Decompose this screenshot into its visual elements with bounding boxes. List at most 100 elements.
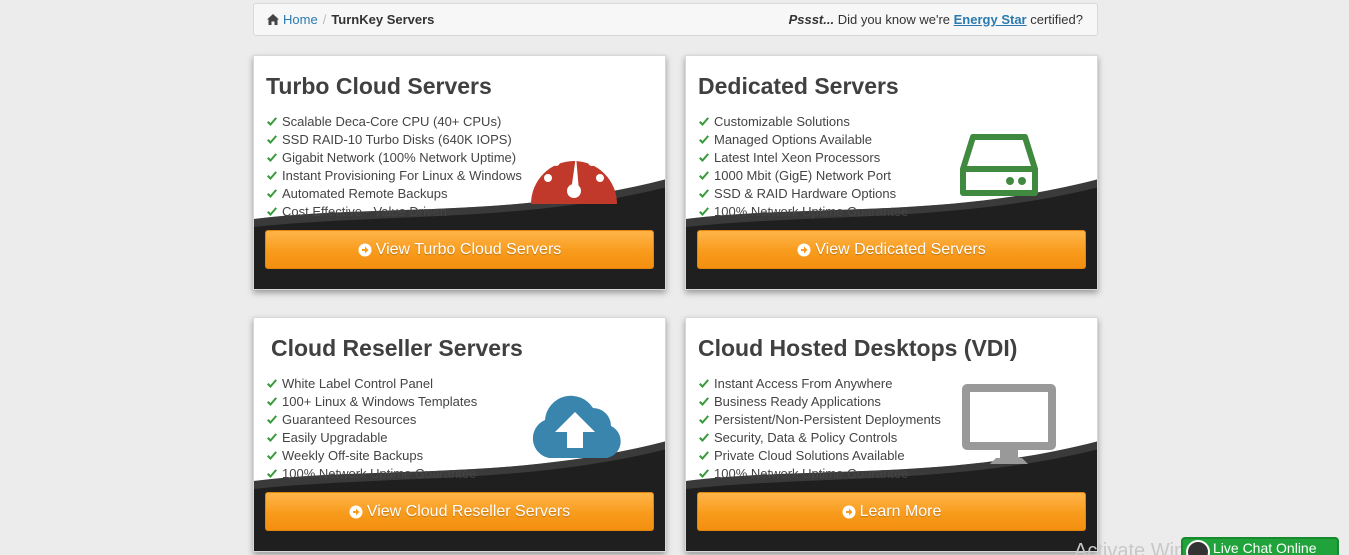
feature-item: Private Cloud Solutions Available [698,447,941,465]
check-icon [267,117,277,126]
feature-item: Customizable Solutions [698,113,908,131]
feature-list: Scalable Deca-Core CPU (40+ CPUs) SSD RA… [266,113,522,221]
feature-item: Automated Remote Backups [266,185,522,203]
feature-text: Security, Data & Policy Controls [714,430,898,445]
breadcrumb: Home / TurnKey Servers [267,12,434,27]
feature-text: Managed Options Available [714,132,873,147]
breadcrumb-bar: Home / TurnKey Servers Pssst... Did you … [253,3,1098,36]
card-cta-button[interactable]: View Cloud Reseller Servers [265,492,654,531]
feature-item: 1000 Mbit (GigE) Network Port [698,167,908,185]
feature-text: SSD & RAID Hardware Options [714,186,897,201]
feature-item: Instant Access From Anywhere [698,375,941,393]
feature-item: Persistent/Non-Persistent Deployments [698,411,941,429]
check-icon [699,171,709,180]
check-icon [267,207,277,216]
cloud-upload-icon [532,395,621,458]
check-icon [699,379,709,388]
card-cta-label: View Cloud Reseller Servers [366,502,571,520]
notice-text: Did you know we're [834,12,954,27]
live-chat-button[interactable]: Live Chat Online [1181,537,1339,555]
energy-star-link[interactable]: Energy Star [954,12,1027,27]
chat-avatar [1186,540,1210,555]
product-card: Dedicated Servers Customizable Solutions… [685,55,1098,290]
feature-item: 100% Network Uptime Guarantee [698,465,941,483]
check-icon [699,117,709,126]
feature-item: Easily Upgradable [266,429,477,447]
card-cta-button[interactable]: View Turbo Cloud Servers [265,230,654,269]
feature-item: Scalable Deca-Core CPU (40+ CPUs) [266,113,522,131]
feature-item: Cost Effective - Value Driven [266,203,522,221]
check-icon [267,153,277,162]
arrow-circle-right-icon [797,243,811,256]
feature-text: Instant Access From Anywhere [714,376,893,391]
feature-text: 100% Network Uptime Guarantee [714,466,909,481]
check-icon [267,433,277,442]
feature-text: Guaranteed Resources [282,412,417,427]
check-icon [267,415,277,424]
arrow-circle-right-icon [349,505,363,518]
home-icon [267,14,279,25]
check-icon [267,469,277,478]
card-title: Dedicated Servers [698,73,899,99]
check-icon [267,379,277,388]
feature-item: Weekly Off-site Backups [266,447,477,465]
feature-list: White Label Control Panel 100+ Linux & W… [266,375,477,483]
feature-text: White Label Control Panel [282,376,434,391]
check-icon [699,189,709,198]
check-icon [699,397,709,406]
speedometer-icon [531,149,617,204]
card-cta-label: View Turbo Cloud Servers [375,240,562,258]
feature-text: Instant Provisioning For Linux & Windows [282,168,522,183]
feature-text: Gigabit Network (100% Network Uptime) [282,150,517,165]
feature-text: Cost Effective - Value Driven [282,204,447,219]
breadcrumb-current: TurnKey Servers [331,12,435,27]
activate-windows-watermark: Activate Win [1074,540,1186,555]
card-title: Turbo Cloud Servers [266,73,492,99]
card-title: Cloud Reseller Servers [271,335,523,361]
feature-text: 100% Network Uptime Guarantee [714,204,909,219]
check-icon [267,397,277,406]
feature-text: Easily Upgradable [282,430,388,445]
feature-text: 100+ Linux & Windows Templates [282,394,478,409]
feature-item: 100+ Linux & Windows Templates [266,393,477,411]
feature-text: 100% Network Uptime Guarantee [282,466,477,481]
feature-text: Business Ready Applications [714,394,881,409]
check-icon [699,433,709,442]
feature-item: 100% Network Uptime Guarantee [266,465,477,483]
card-cta-label: View Dedicated Servers [815,240,986,258]
feature-text: Automated Remote Backups [282,186,448,201]
feature-item: Guaranteed Resources [266,411,477,429]
check-icon [699,207,709,216]
feature-item: Latest Intel Xeon Processors [698,149,908,167]
feature-item: Security, Data & Policy Controls [698,429,941,447]
product-card: Cloud Hosted Desktops (VDI) Instant Acce… [685,317,1098,552]
live-chat-label: Live Chat Online [1213,540,1317,555]
breadcrumb-home-link[interactable]: Home [283,12,318,27]
feature-item: 100% Network Uptime Guarantee [698,203,908,221]
card-cta-button[interactable]: Learn More [697,492,1086,531]
feature-text: 1000 Mbit (GigE) Network Port [714,168,892,183]
feature-item: Instant Provisioning For Linux & Windows [266,167,522,185]
breadcrumb-separator: / [322,12,327,27]
energy-star-notice: Pssst... Did you know we're Energy Star … [789,12,1083,27]
feature-list: Instant Access From Anywhere Business Re… [698,375,941,483]
notice-tail: certified? [1026,12,1083,27]
card-cta-label: Learn More [859,502,942,520]
check-icon [699,135,709,144]
arrow-circle-right-icon [842,505,856,518]
check-icon [267,189,277,198]
check-icon [267,135,277,144]
check-icon [699,469,709,478]
feature-text: Scalable Deca-Core CPU (40+ CPUs) [282,114,502,129]
feature-item: Gigabit Network (100% Network Uptime) [266,149,522,167]
monitor-icon [962,384,1056,464]
check-icon [699,451,709,460]
check-icon [267,451,277,460]
arrow-circle-right-icon [358,243,372,256]
feature-text: Persistent/Non-Persistent Deployments [714,412,941,427]
product-card: Turbo Cloud Servers Scalable Deca-Core C… [253,55,666,290]
product-card: Cloud Reseller Servers White Label Contr… [253,317,666,552]
feature-item: SSD & RAID Hardware Options [698,185,908,203]
card-cta-button[interactable]: View Dedicated Servers [697,230,1086,269]
check-icon [699,153,709,162]
